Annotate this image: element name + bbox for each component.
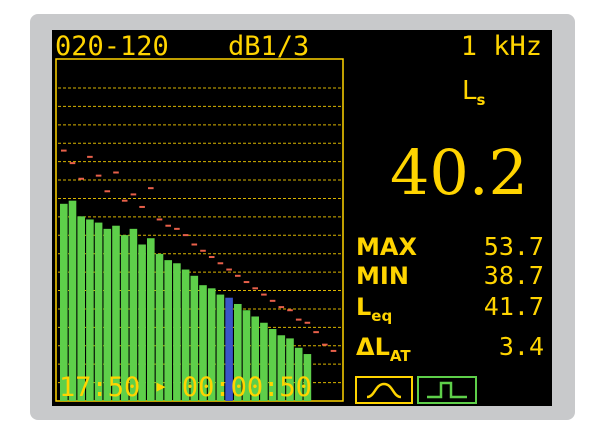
impulse-response-icon[interactable]: [417, 376, 477, 404]
parameter-label: Ls: [462, 76, 486, 109]
stat-row-max: MAX 53.7: [356, 232, 546, 264]
slow-response-icon[interactable]: [355, 376, 413, 404]
analyzer-screen: 020-120 dB1/3 1 kHz Ls 40.2 MAX 53.7 MIN…: [52, 30, 552, 406]
footer-time: 17:50 ▶ 00:00:50: [59, 372, 312, 405]
stat-value-max: 53.7: [483, 232, 544, 261]
stat-row-leq: Leq 41.7: [356, 292, 546, 325]
stat-row-delta-lat: ΔLAT 3.4: [356, 332, 546, 365]
band-bar: [68, 200, 77, 401]
measurement-timer: 00:00:50: [181, 372, 312, 403]
frequency-label: 1 kHz: [460, 31, 542, 62]
stat-row-min: MIN 38.7: [356, 261, 546, 293]
parameter-main: L: [462, 76, 477, 106]
stat-label-delta-lat: ΔLAT: [356, 333, 411, 365]
stat-value-delta-lat: 3.4: [498, 332, 544, 361]
spectrum-plot: [55, 58, 345, 403]
play-icon: ▶: [156, 376, 166, 395]
stat-value-min: 38.7: [483, 261, 544, 290]
elapsed-clock: 17:50: [59, 372, 141, 403]
parameter-sub: s: [476, 91, 486, 109]
main-value: 40.2: [389, 136, 528, 209]
stat-value-leq: 41.7: [483, 292, 544, 321]
stat-label-min: MIN: [356, 262, 409, 290]
stat-label-leq: Leq: [356, 293, 393, 325]
